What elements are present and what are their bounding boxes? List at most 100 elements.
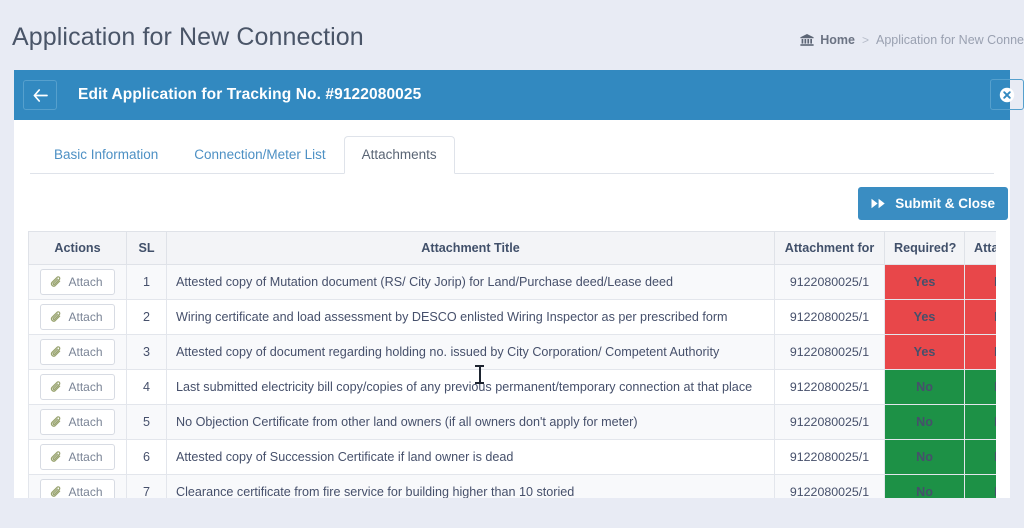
cell-attachment-for: 9122080025/1 bbox=[774, 264, 885, 300]
table-row: Attach 3 Attested copy of document regardi… bbox=[28, 334, 996, 370]
cell-attachment-title: Clearance certificate from fire service … bbox=[166, 474, 775, 498]
breadcrumb-separator: > bbox=[861, 33, 869, 47]
panel-body: Basic Information Connection/Meter List … bbox=[14, 120, 1010, 498]
cell-sl: 4 bbox=[126, 369, 167, 405]
breadcrumb: Home > Application for New Conne bbox=[800, 33, 1024, 47]
attachments-table-wrapper: Actions SL Attachment Title Attachment f… bbox=[28, 231, 996, 498]
cell-actions: Attach bbox=[28, 369, 127, 405]
submit-and-close-label: Submit & Close bbox=[895, 196, 995, 211]
page-title: Application for New Connection bbox=[12, 23, 364, 51]
paperclip-icon bbox=[50, 486, 62, 498]
attach-button-label: Attach bbox=[68, 415, 103, 429]
breadcrumb-home-label: Home bbox=[820, 33, 855, 47]
tab-basic-information[interactable]: Basic Information bbox=[36, 136, 176, 174]
attach-button[interactable]: Attach bbox=[40, 374, 115, 400]
paperclip-icon bbox=[50, 346, 62, 358]
paperclip-icon bbox=[50, 416, 62, 428]
attach-button[interactable]: Attach bbox=[40, 479, 115, 498]
attach-button[interactable]: Attach bbox=[40, 304, 115, 330]
cell-sl: 6 bbox=[126, 439, 167, 475]
attachments-table: Actions SL Attachment Title Attachment f… bbox=[28, 231, 996, 498]
attach-button-label: Attach bbox=[68, 275, 103, 289]
cell-attachment-title: Attested copy of Mutation document (RS/ … bbox=[166, 264, 775, 300]
cell-attachment-for: 9122080025/1 bbox=[774, 369, 885, 405]
cell-attachment-title: Attested copy of Succession Certificate … bbox=[166, 439, 775, 475]
cell-required: Yes bbox=[884, 299, 965, 335]
column-header-attached: Attached? bbox=[964, 231, 996, 265]
cell-attachment-for: 9122080025/1 bbox=[774, 299, 885, 335]
cell-attached: No bbox=[964, 264, 996, 300]
cell-attached: No bbox=[964, 369, 996, 405]
tab-connection-meter-list[interactable]: Connection/Meter List bbox=[176, 136, 343, 174]
cell-attachment-for: 9122080025/1 bbox=[774, 404, 885, 440]
cell-attachment-title: No Objection Certificate from other land… bbox=[166, 404, 775, 440]
paperclip-icon bbox=[50, 381, 62, 393]
paperclip-icon bbox=[50, 451, 62, 463]
cell-attached: No bbox=[964, 404, 996, 440]
cell-attachment-for: 9122080025/1 bbox=[774, 474, 885, 498]
arrow-left-icon bbox=[33, 88, 48, 102]
cell-attached: No bbox=[964, 299, 996, 335]
cell-required: No bbox=[884, 474, 965, 498]
cell-required: Yes bbox=[884, 334, 965, 370]
cell-attached: No bbox=[964, 474, 996, 498]
attach-button-label: Attach bbox=[68, 310, 103, 324]
cell-attachment-title: Attested copy of document regarding hold… bbox=[166, 334, 775, 370]
attach-button[interactable]: Attach bbox=[40, 339, 115, 365]
table-body: Attach 1 Attested copy of Mutation documen… bbox=[28, 264, 996, 498]
cell-attachment-for: 9122080025/1 bbox=[774, 439, 885, 475]
cell-required: No bbox=[884, 369, 965, 405]
attach-button[interactable]: Attach bbox=[40, 444, 115, 470]
breadcrumb-home-link[interactable]: Home bbox=[800, 33, 855, 47]
cell-required: No bbox=[884, 439, 965, 475]
table-row: Attach 1 Attested copy of Mutation documen… bbox=[28, 264, 996, 300]
column-header-required: Required? bbox=[884, 231, 965, 265]
cell-sl: 2 bbox=[126, 299, 167, 335]
cell-actions: Attach bbox=[28, 264, 127, 300]
cell-required: No bbox=[884, 404, 965, 440]
breadcrumb-current: Application for New Conne bbox=[876, 33, 1024, 47]
attach-button-label: Attach bbox=[68, 345, 103, 359]
panel-header: Edit Application for Tracking No. #91220… bbox=[14, 70, 1024, 120]
cell-actions: Attach bbox=[28, 299, 127, 335]
attach-button-label: Attach bbox=[68, 485, 103, 498]
fast-forward-icon bbox=[871, 198, 885, 209]
tab-attachments[interactable]: Attachments bbox=[343, 136, 455, 174]
home-bank-icon bbox=[800, 34, 814, 46]
table-row: Attach 7 Clearance certificate from fire s… bbox=[28, 474, 996, 498]
column-header-actions: Actions bbox=[28, 231, 127, 265]
cell-required: Yes bbox=[884, 264, 965, 300]
cell-sl: 7 bbox=[126, 474, 167, 498]
table-row: Attach 6 Attested copy of Succession Certi… bbox=[28, 439, 996, 475]
cell-attachment-for: 9122080025/1 bbox=[774, 334, 885, 370]
cell-sl: 5 bbox=[126, 404, 167, 440]
column-header-attachment-title: Attachment Title bbox=[166, 231, 775, 265]
table-header-row: Actions SL Attachment Title Attachment f… bbox=[28, 231, 996, 265]
cell-sl: 3 bbox=[126, 334, 167, 370]
table-row: Attach 2 Wiring certificate and load asses… bbox=[28, 299, 996, 335]
table-row: Attach 4 Last submitted electricity bill c… bbox=[28, 369, 996, 405]
attach-button-label: Attach bbox=[68, 380, 103, 394]
column-header-sl: SL bbox=[126, 231, 167, 265]
close-circle-icon bbox=[999, 87, 1015, 102]
panel-title: Edit Application for Tracking No. #91220… bbox=[78, 86, 422, 103]
cell-sl: 1 bbox=[126, 264, 167, 300]
edit-application-panel: Edit Application for Tracking No. #91220… bbox=[14, 70, 1024, 498]
table-row: Attach 5 No Objection Certificate from oth… bbox=[28, 404, 996, 440]
cell-attachment-title: Last submitted electricity bill copy/cop… bbox=[166, 369, 775, 405]
back-button[interactable] bbox=[23, 80, 57, 110]
toolbar: Submit & Close bbox=[30, 174, 1008, 231]
tab-bar: Basic Information Connection/Meter List … bbox=[30, 136, 994, 174]
cell-actions: Attach bbox=[28, 439, 127, 475]
page-header: Application for New Connection Home > Ap… bbox=[0, 0, 1024, 70]
attach-button[interactable]: Attach bbox=[40, 269, 115, 295]
cell-actions: Attach bbox=[28, 474, 127, 498]
cell-attached: No bbox=[964, 439, 996, 475]
close-button[interactable] bbox=[990, 79, 1024, 110]
attach-button[interactable]: Attach bbox=[40, 409, 115, 435]
column-header-attachment-for: Attachment for bbox=[774, 231, 885, 265]
cell-attached: No bbox=[964, 334, 996, 370]
attach-button-label: Attach bbox=[68, 450, 103, 464]
paperclip-icon bbox=[50, 276, 62, 288]
submit-and-close-button[interactable]: Submit & Close bbox=[858, 187, 1008, 220]
